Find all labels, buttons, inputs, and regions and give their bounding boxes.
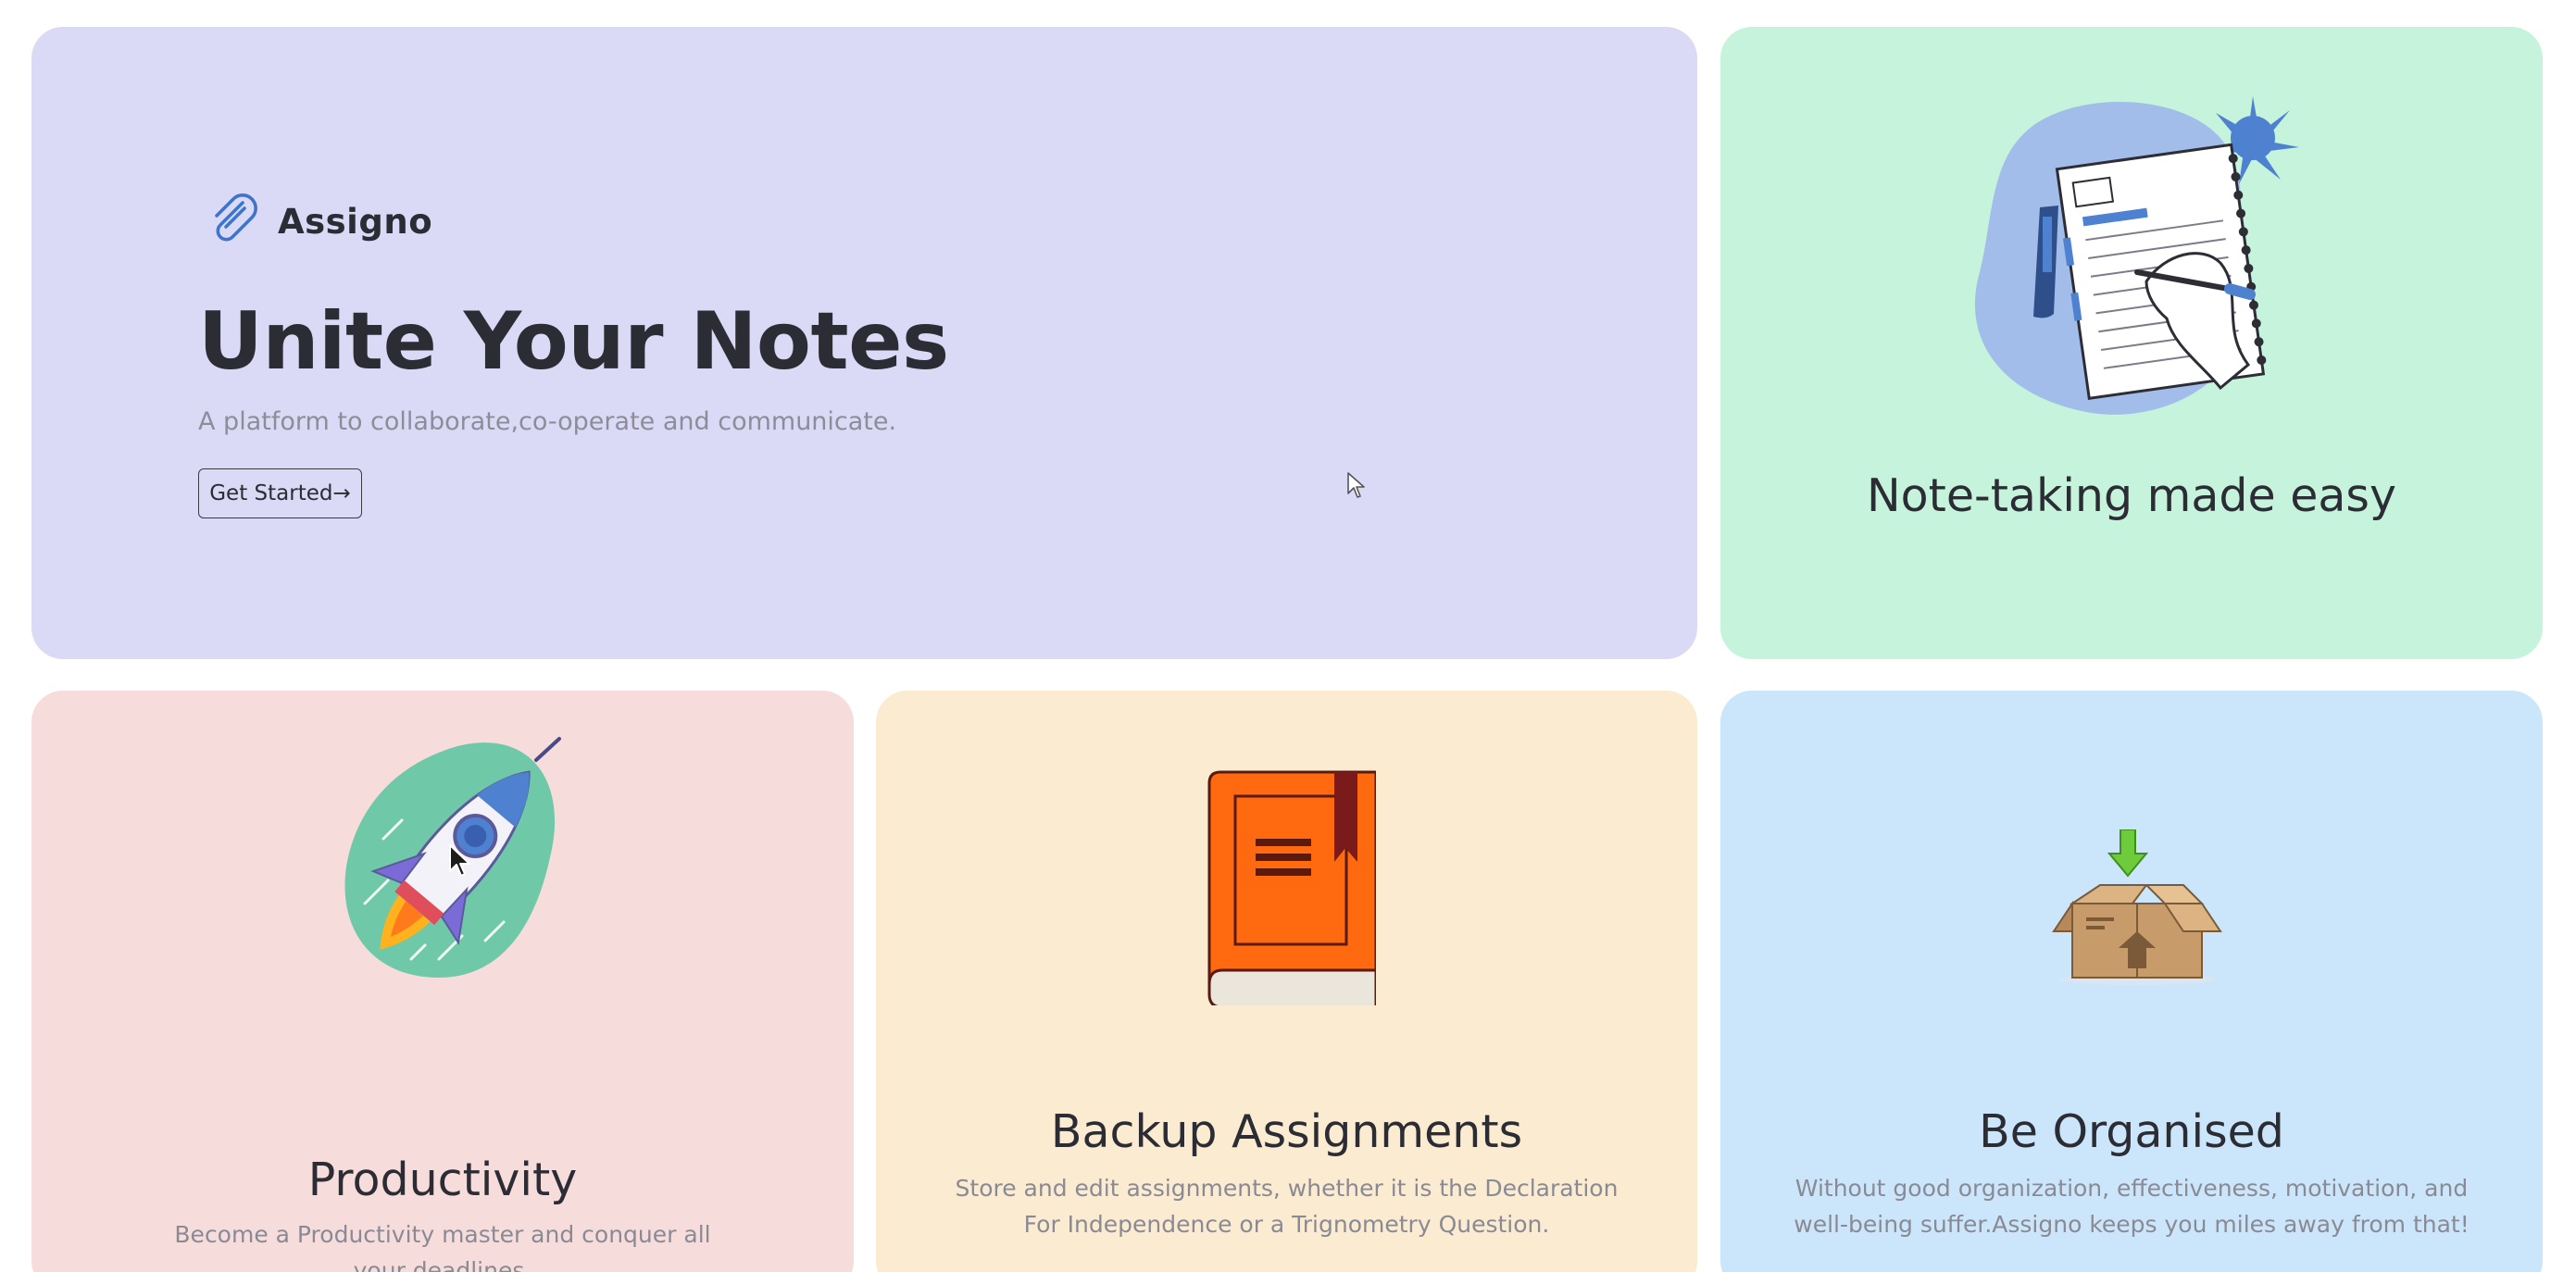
be-organised-title: Be Organised (1979, 1105, 2284, 1158)
get-started-button[interactable]: Get Started→ (198, 468, 362, 518)
hero-card: Assigno Unite Your Notes A platform to c… (31, 27, 1697, 659)
backup-assignments-title: Backup Assignments (1050, 1105, 1523, 1158)
productivity-description: Become a Productivity master and conquer… (174, 1221, 711, 1272)
notebook-writing-illustration (1974, 96, 2299, 415)
mouse-pointer-icon (449, 844, 470, 877)
brand[interactable]: Assigno (206, 193, 432, 249)
note-taking-card: Note-taking made easy (1720, 27, 2543, 659)
brand-name: Assigno (278, 201, 433, 242)
be-organised-description: Without good organization, effectiveness… (1794, 1175, 2470, 1238)
hero-subtitle: A platform to collaborate,co-operate and… (198, 407, 897, 436)
page-title: Unite Your Notes (198, 295, 949, 388)
book-illustration (1207, 770, 1376, 1005)
box-download-illustration (2052, 829, 2222, 985)
productivity-card: Productivity Become a Productivity maste… (31, 691, 854, 1272)
cursor-icon (1347, 472, 1365, 498)
note-taking-title: Note-taking made easy (1867, 469, 2396, 522)
landing-grid: Assigno Unite Your Notes A platform to c… (0, 0, 2576, 1272)
paperclip-icon (215, 193, 257, 242)
backup-assignments-description: Store and edit assignments, whether it i… (955, 1175, 1619, 1238)
backup-assignments-card: Backup Assignments Store and edit assign… (876, 691, 1697, 1272)
productivity-title: Productivity (307, 1154, 578, 1206)
be-organised-card: Be Organised Without good organization, … (1720, 691, 2543, 1272)
